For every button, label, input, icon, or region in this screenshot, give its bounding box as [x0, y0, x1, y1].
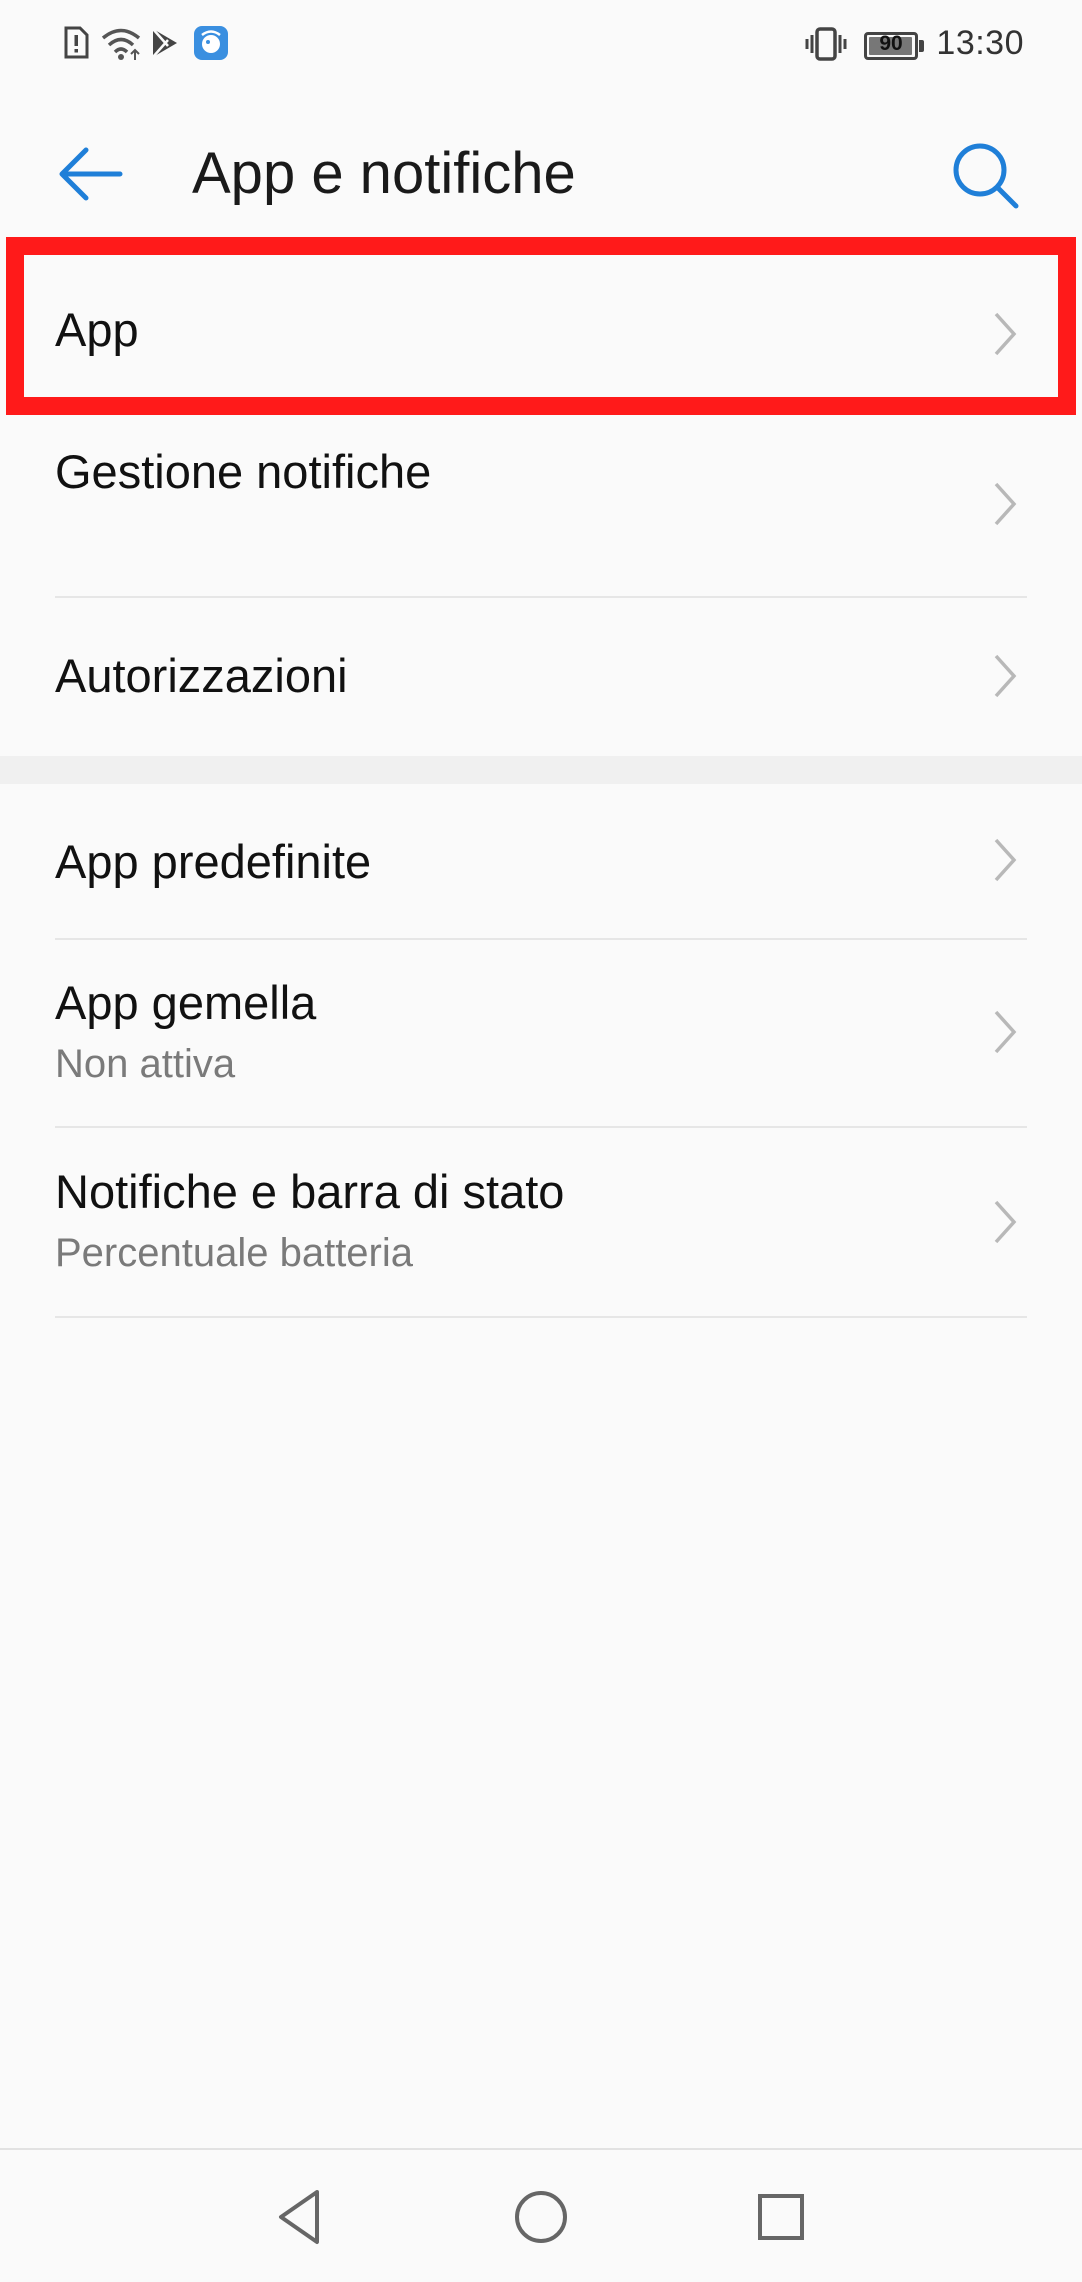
wifi-icon [101, 28, 141, 60]
list-item-gestione-notifiche[interactable]: Gestione notifiche [0, 414, 1082, 596]
list-item-notifiche-barra-stato[interactable]: Notifiche e barra di stato Percentuale b… [0, 1128, 1082, 1316]
chevron-right-icon [994, 482, 1017, 526]
app-notification-icon [194, 26, 228, 60]
app-bar: App e notifiche [0, 92, 1082, 252]
list-item-app-gemella[interactable]: App gemella Non attiva [0, 940, 1082, 1126]
sim-alert-icon [64, 26, 89, 59]
list-item-autorizzazioni[interactable]: Autorizzazioni [0, 598, 1082, 756]
battery-icon: 90 [864, 32, 918, 60]
chevron-right-icon [994, 1010, 1017, 1054]
page-title: App e notifiche [192, 141, 576, 206]
chevron-right-icon [994, 654, 1017, 698]
list-item-title: App [55, 303, 139, 356]
list-item-subtitle: Non attiva [55, 1042, 236, 1086]
home-circle-icon[interactable] [506, 2182, 576, 2252]
battery-tip [919, 40, 924, 52]
chevron-right-icon [994, 312, 1017, 356]
section-separator [0, 756, 1082, 784]
list-item-title: Gestione notifiche [55, 445, 432, 498]
chevron-right-icon [994, 1200, 1017, 1244]
navigation-bar [0, 2148, 1082, 2282]
search-icon[interactable] [946, 136, 1026, 216]
battery-level: 90 [879, 32, 903, 55]
status-time: 13:30 [936, 24, 1024, 62]
list-item-app[interactable]: App [0, 252, 1082, 414]
list-item-title: App gemella [55, 976, 317, 1029]
list-item-title: Autorizzazioni [55, 649, 348, 702]
list-item-title: Notifiche e barra di stato [55, 1165, 565, 1218]
list-item-app-predefinite[interactable]: App predefinite [0, 784, 1082, 938]
back-arrow-icon[interactable] [50, 134, 130, 214]
vibrate-icon [805, 27, 847, 61]
chevron-right-icon [994, 838, 1017, 882]
play-store-icon [152, 28, 177, 58]
divider [55, 1316, 1027, 1318]
list-item-title: App predefinite [55, 835, 372, 888]
recents-square-icon[interactable] [746, 2182, 816, 2252]
list-item-subtitle: Percentuale batteria [55, 1231, 414, 1275]
back-triangle-icon[interactable] [265, 2182, 335, 2252]
status-bar: 90 13:30 [0, 0, 1082, 92]
